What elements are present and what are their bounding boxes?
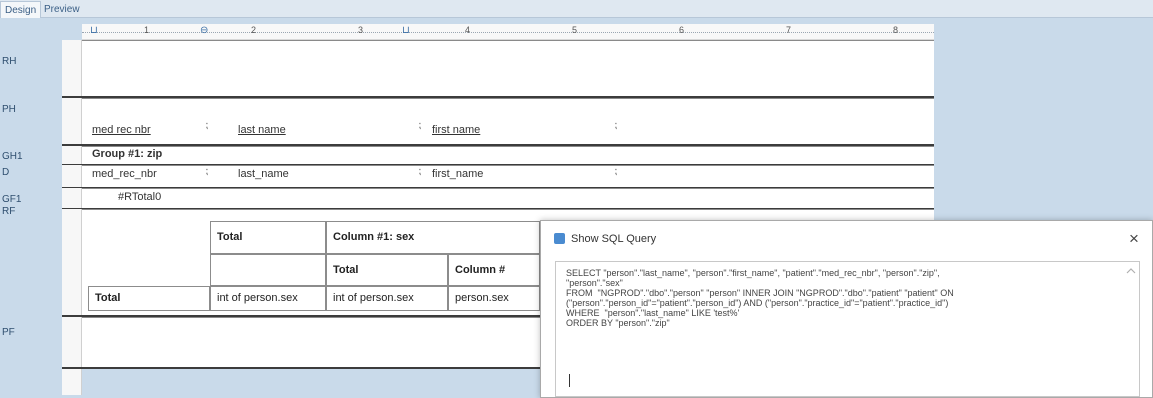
- close-icon[interactable]: ×: [1129, 229, 1139, 249]
- band-label-pf: PF: [2, 327, 15, 338]
- band-report-header[interactable]: [82, 40, 934, 96]
- ruler-number: 3: [358, 25, 364, 35]
- crosstab-subcolumn-header[interactable]: Column #: [448, 254, 540, 286]
- ruler-number: 5: [572, 25, 578, 35]
- band-label-gf1: GF1: [2, 194, 22, 205]
- field-boundary-mark: ⁏: [614, 120, 618, 131]
- crosstab-empty-cell[interactable]: [210, 254, 326, 286]
- ruler-number: 8: [893, 25, 899, 35]
- ruler-number: 1: [144, 25, 150, 35]
- field-boundary-mark: ⁏: [418, 120, 422, 131]
- tab-design[interactable]: Design: [0, 1, 42, 18]
- ruler-margin-marker-icon[interactable]: ⊔: [90, 25, 98, 36]
- ruler-number: 2: [251, 25, 257, 35]
- sql-query-textarea[interactable]: SELECT "person"."last_name", "person"."f…: [555, 261, 1140, 397]
- detail-field-last-name[interactable]: last_name: [238, 168, 289, 180]
- sql-query-text: SELECT "person"."last_name", "person"."f…: [566, 268, 954, 328]
- query-icon: [554, 233, 565, 244]
- ph-field-med-rec-nbr[interactable]: med rec nbr: [92, 124, 151, 136]
- band-label-gh1: GH1: [2, 151, 23, 162]
- ruler-ticks: [82, 32, 934, 33]
- band-label-ph: PH: [2, 104, 16, 115]
- dialog-title: Show SQL Query: [571, 233, 657, 245]
- field-boundary-mark: ⁏: [205, 120, 209, 131]
- tab-preview[interactable]: Preview: [40, 1, 84, 18]
- crosstab-row-total-label[interactable]: Total: [88, 286, 210, 311]
- dialog-title-bar[interactable]: Show SQL Query ×: [541, 221, 1152, 257]
- group-header-field[interactable]: Group #1: zip: [92, 148, 162, 160]
- ruler-number: 6: [679, 25, 685, 35]
- detail-field-med-rec-nbr[interactable]: med_rec_nbr: [92, 168, 157, 180]
- field-boundary-mark: ⁏: [614, 166, 618, 177]
- crosstab-cell[interactable]: int of person.sex: [326, 286, 448, 311]
- band-side-strip: [62, 40, 82, 395]
- band-label-rf: RF: [2, 206, 16, 217]
- designer-tab-bar: [0, 0, 1153, 18]
- horizontal-ruler[interactable]: 1 2 3 4 5 6 7 8 ⊔ ⊖ ⊔: [82, 24, 934, 40]
- band-label-d: D: [2, 167, 10, 178]
- show-sql-query-dialog: Show SQL Query × SELECT "person"."last_n…: [540, 220, 1153, 398]
- crosstab-cell[interactable]: person.sex: [448, 286, 540, 311]
- band-detail[interactable]: [82, 165, 934, 187]
- ruler-number: 7: [786, 25, 792, 35]
- ph-field-first-name[interactable]: first name: [432, 124, 480, 136]
- ph-field-last-name[interactable]: last name: [238, 124, 286, 136]
- crosstab-subtotal-header[interactable]: Total: [326, 254, 448, 286]
- text-caret: [569, 374, 570, 387]
- crosstab-column-header[interactable]: Column #1: sex: [326, 221, 540, 254]
- ruler-right-margin-icon[interactable]: ⊔: [402, 25, 410, 36]
- band-group-header[interactable]: [82, 146, 934, 164]
- ruler-tab-marker-icon[interactable]: ⊖: [200, 25, 208, 36]
- ruler-number: 4: [465, 25, 471, 35]
- detail-field-first-name[interactable]: first_name: [432, 168, 483, 180]
- crosstab-total-header[interactable]: Total: [210, 221, 326, 254]
- group-footer-total-field[interactable]: #RTotal0: [118, 191, 161, 203]
- field-boundary-mark: ⁏: [418, 166, 422, 177]
- field-boundary-mark: ⁏: [205, 166, 209, 177]
- band-group-footer[interactable]: [82, 188, 934, 208]
- crosstab-cell[interactable]: int of person.sex: [210, 286, 326, 311]
- scroll-up-arrow-icon[interactable]: [1124, 264, 1138, 394]
- band-label-rh: RH: [2, 56, 17, 67]
- band-page-header[interactable]: [82, 98, 934, 144]
